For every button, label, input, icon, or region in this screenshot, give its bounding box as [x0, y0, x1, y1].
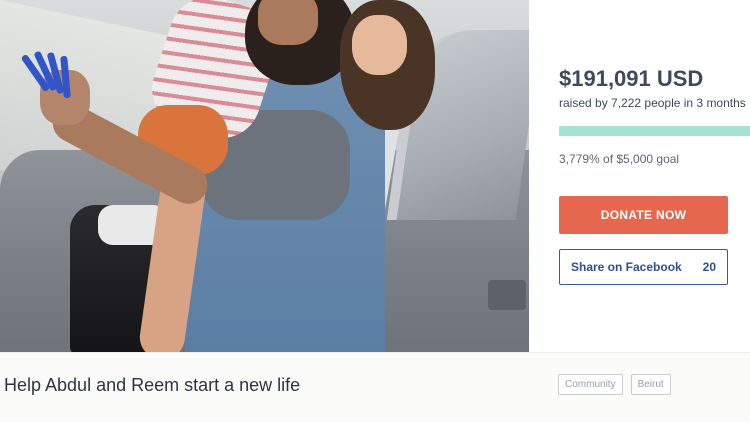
share-facebook-button[interactable]: Share on Facebook 20 — [559, 249, 728, 285]
raised-by-text: raised by 7,222 people in 3 months — [559, 96, 746, 110]
share-facebook-label: Share on Facebook — [571, 260, 682, 274]
donation-panel: $191,091 USD raised by 7,222 people in 3… — [529, 0, 750, 352]
donate-now-button[interactable]: DONATE NOW — [559, 196, 728, 234]
tag-community[interactable]: Community — [558, 374, 623, 395]
goal-text: 3,779% of $5,000 goal — [559, 152, 680, 166]
photo-car-door-handle — [488, 280, 526, 310]
goal-progress-fill — [559, 126, 750, 136]
goal-progress-bar — [559, 126, 750, 136]
photo-child-face — [352, 15, 407, 75]
photo-man-face — [258, 0, 318, 45]
photo-pens — [20, 48, 75, 99]
campaign-title: Help Abdul and Reem start a new life — [4, 375, 301, 395]
campaign-photo — [0, 0, 529, 352]
tag-beirut[interactable]: Beirut — [630, 374, 671, 395]
amount-raised: $191,091 USD — [559, 66, 704, 91]
share-count: 20 — [702, 260, 716, 274]
campaign-info-bar: Help Abdul and Reem start a new life Com… — [0, 352, 750, 422]
campaign-tags: Community Beirut — [558, 374, 671, 395]
